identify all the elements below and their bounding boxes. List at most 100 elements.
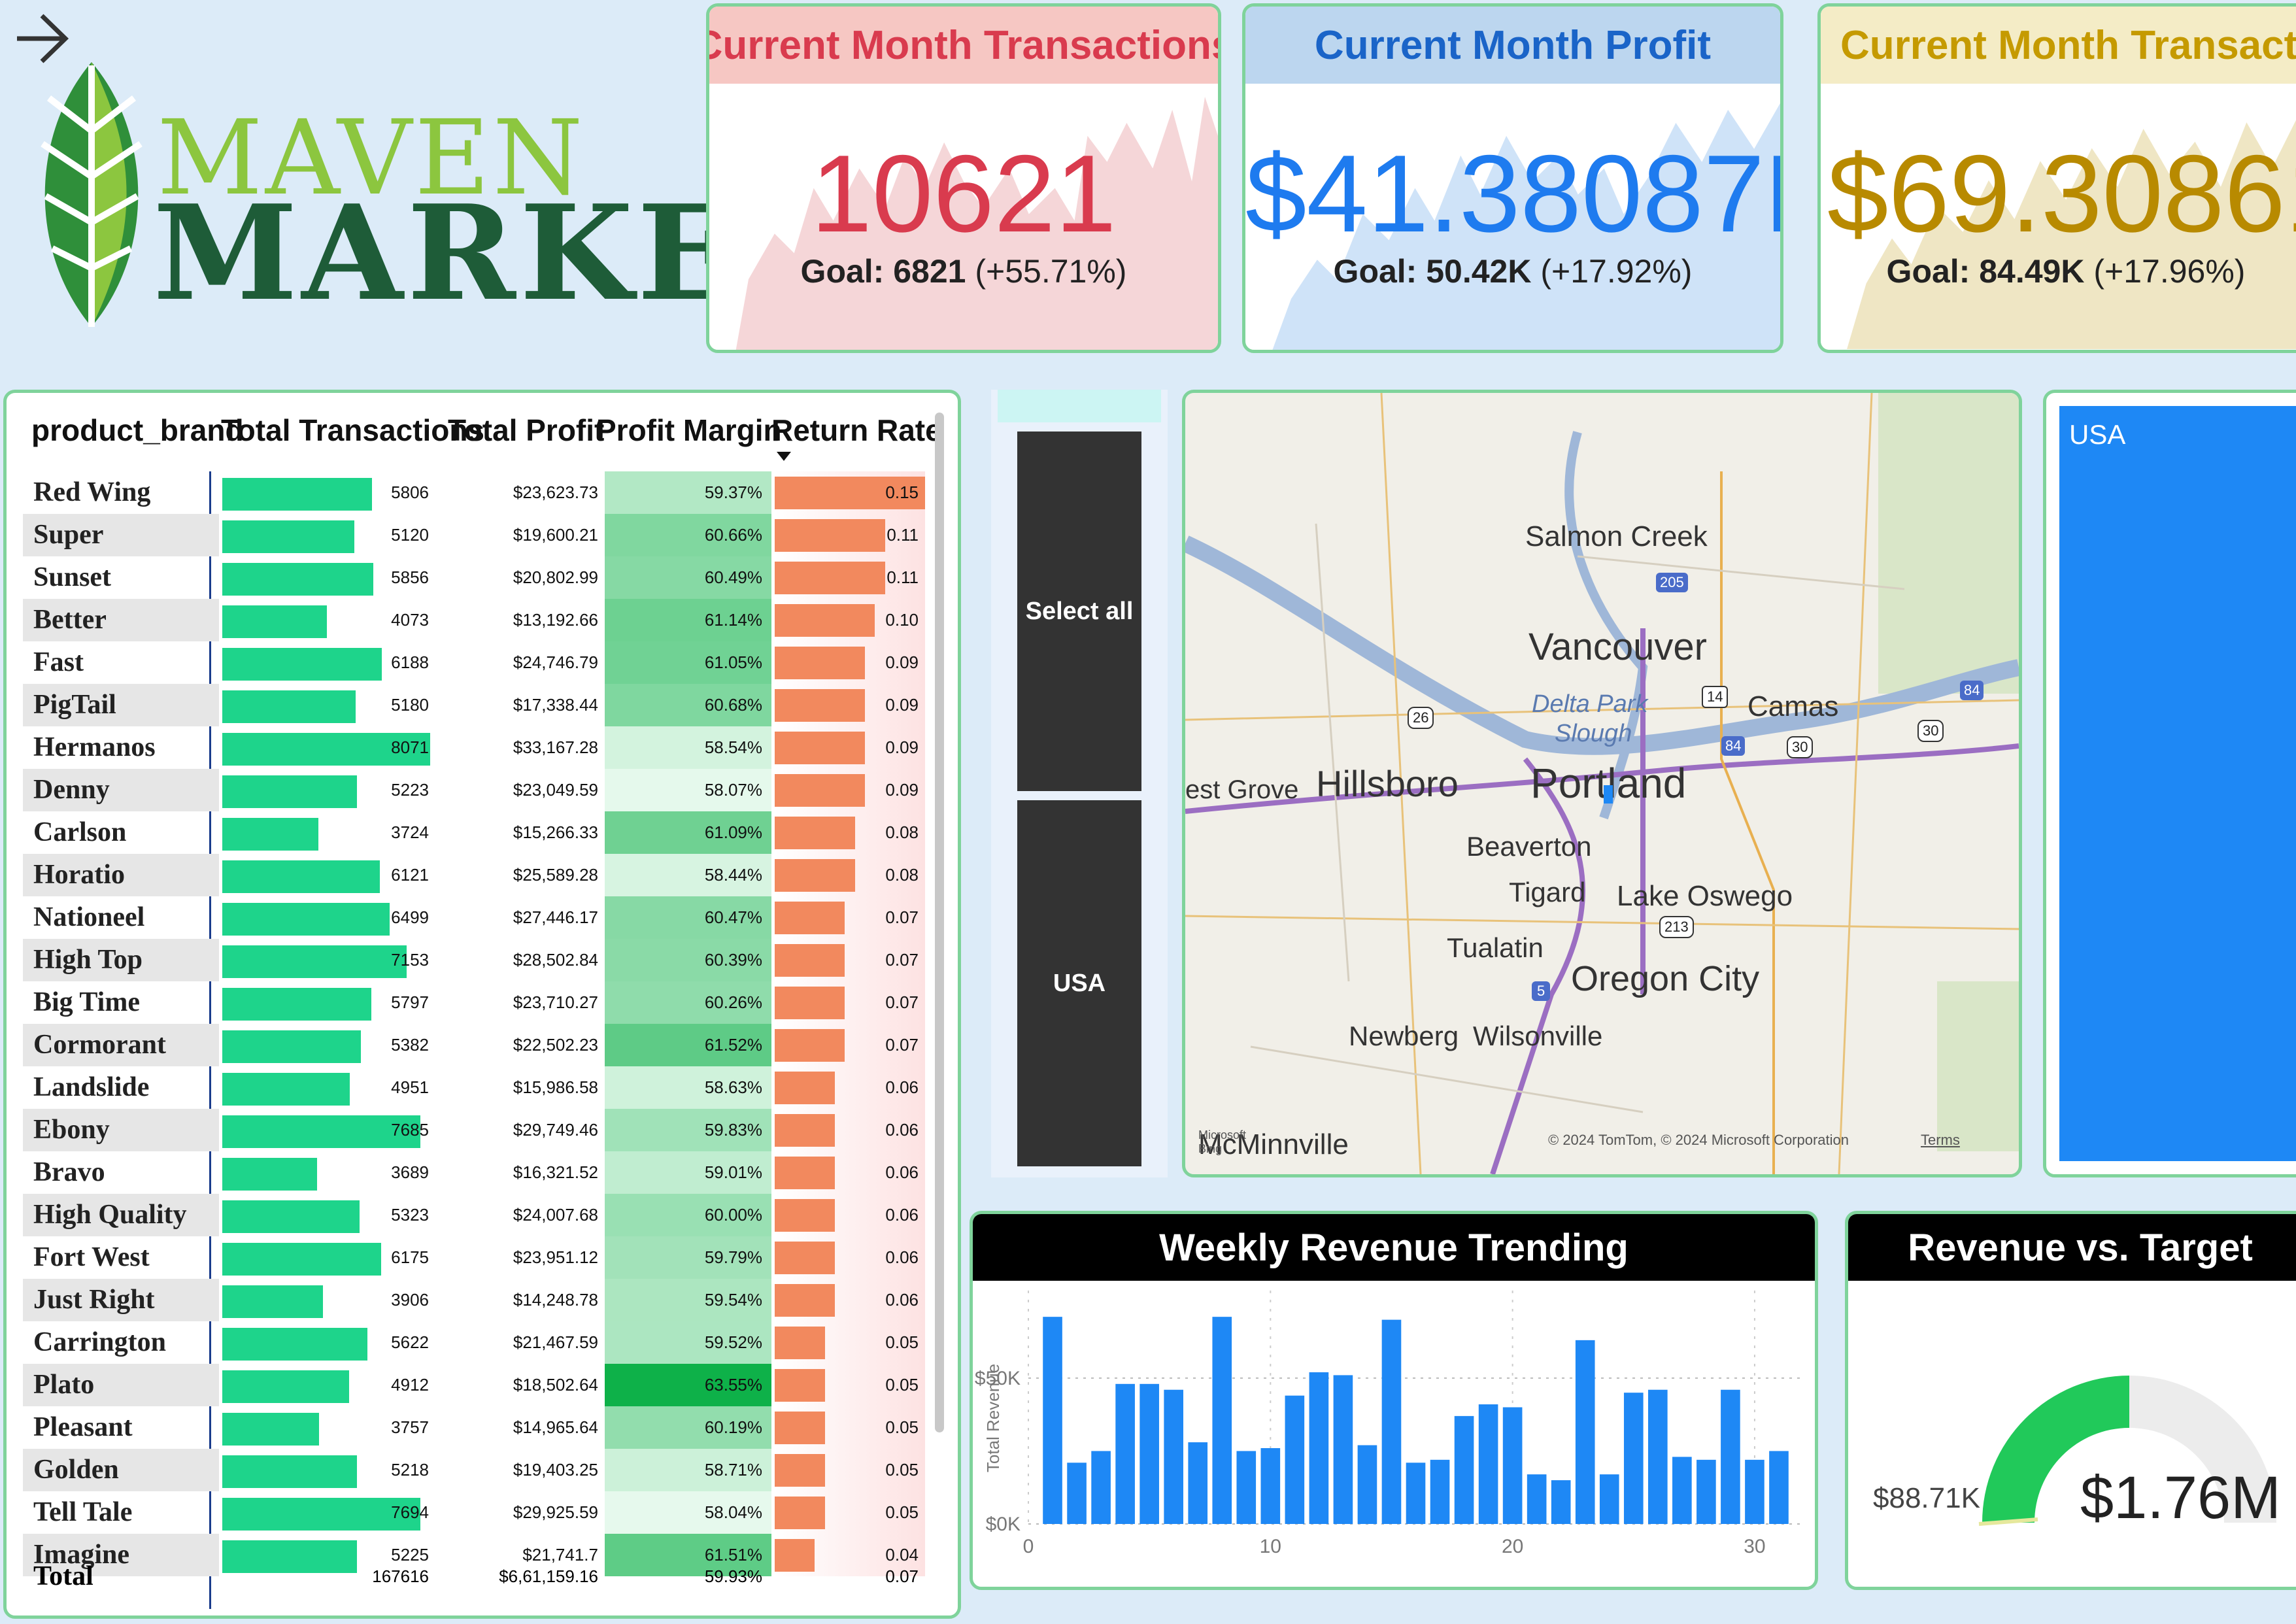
bar [1115, 1383, 1135, 1524]
kpi-title: Current Month Transactions [709, 7, 1218, 84]
table-row[interactable]: Nationeel 6499 $27,446.17 60.47% 0.07 [23, 896, 925, 939]
table-row[interactable]: Golden 5218 $19,403.25 58.71% 0.05 [23, 1449, 925, 1491]
table-row[interactable]: Pleasant 3757 $14,965.64 60.19% 0.05 [23, 1406, 925, 1449]
return-rate-cell: 0.07 [885, 1035, 919, 1055]
weekly-revenue-chart: Weekly Revenue Trending $0K $50K 0 10 20 30 To… [970, 1211, 1818, 1590]
table-row[interactable]: Sunset 5856 $20,802.99 60.49% 0.11 [23, 556, 925, 599]
table-row[interactable]: Plato 4912 $18,502.64 63.55% 0.05 [23, 1364, 925, 1406]
bar [1188, 1442, 1208, 1524]
table-row[interactable]: PigTail 5180 $17,338.44 60.68% 0.09 [23, 684, 925, 726]
margin-cell: 63.55% [605, 1364, 771, 1406]
return-rate-cell: 0.06 [885, 1247, 919, 1267]
kpi-goal: Goal: 6821 (+55.71%) [800, 253, 1127, 290]
transactions-cell: 5856 [391, 567, 429, 587]
portland-marker-icon [1604, 785, 1613, 804]
table-row[interactable]: Denny 5223 $23,049.59 58.07% 0.09 [23, 769, 925, 811]
profit-cell: $22,502.23 [513, 1035, 598, 1055]
country-tile-fill [2059, 406, 2296, 1161]
return-rate-cell: 0.06 [885, 1290, 919, 1310]
transactions-cell: 5218 [391, 1460, 429, 1480]
bar [1212, 1317, 1232, 1524]
table-row[interactable]: Cormorant 5382 $22,502.23 61.52% 0.07 [23, 1024, 925, 1066]
transactions-cell: 3724 [391, 822, 429, 842]
transactions-cell: 4073 [391, 610, 429, 630]
table-row[interactable]: High Quality 5323 $24,007.68 60.00% 0.06 [23, 1194, 925, 1236]
margin-cell: 59.37% [605, 471, 771, 514]
profit-cell: $23,710.27 [513, 992, 598, 1012]
bar [1236, 1451, 1257, 1524]
map-terms-link[interactable]: Terms [1921, 1132, 1960, 1149]
map-label: Lake Oswego [1617, 880, 1793, 912]
col-header-return-rate[interactable]: Return Rate [771, 413, 942, 448]
bar [1406, 1463, 1426, 1524]
table-row[interactable]: Carrington 5622 $21,467.59 59.52% 0.05 [23, 1321, 925, 1364]
map-label: est Grove [1185, 775, 1299, 804]
return-rate-cell: 0.06 [885, 1205, 919, 1225]
table-row[interactable]: Ebony 7685 $29,749.46 59.83% 0.06 [23, 1109, 925, 1151]
transactions-cell: 8071 [391, 737, 429, 757]
table-row[interactable]: Fort West 6175 $23,951.12 59.79% 0.06 [23, 1236, 925, 1279]
table-row[interactable]: Big Time 5797 $23,710.27 60.26% 0.07 [23, 981, 925, 1024]
chart-title: Revenue vs. Target [1848, 1214, 2296, 1281]
return-rate-cell: 0.11 [886, 525, 919, 545]
profit-cell: $29,925.59 [513, 1502, 598, 1522]
profit-cell: $24,007.68 [513, 1205, 598, 1225]
total-margin: 59.93% [704, 1566, 762, 1586]
table-row[interactable]: Fast 6188 $24,746.79 61.05% 0.09 [23, 641, 925, 684]
table-row[interactable]: Horatio 6121 $25,589.28 58.44% 0.08 [23, 854, 925, 896]
table-row[interactable]: High Top 7153 $28,502.84 60.39% 0.07 [23, 939, 925, 981]
brand-cell: Hermanos [33, 732, 156, 762]
kpi-value: $41.38087K [1245, 132, 1783, 255]
transactions-cell: 5806 [391, 482, 429, 502]
margin-cell: 61.09% [605, 811, 771, 854]
transactions-cell: 5223 [391, 780, 429, 800]
table-row[interactable]: Carlson 3724 $15,266.33 61.09% 0.08 [23, 811, 925, 854]
margin-cell: 59.54% [605, 1279, 771, 1321]
brand-cell: Ebony [23, 1109, 219, 1151]
y-tick-label: $0K [986, 1514, 1021, 1535]
col-header-transactions[interactable]: Total Transactions [221, 413, 484, 448]
margin-cell: 60.00% [605, 1194, 771, 1236]
slicer-option-select-all[interactable]: Select all [1017, 431, 1141, 791]
table-row[interactable]: Landslide 4951 $15,986.58 58.63% 0.06 [23, 1066, 925, 1109]
slicer-option-usa[interactable]: USA [1017, 800, 1141, 1166]
country-tile[interactable]: USA [2043, 390, 2296, 1177]
return-rate-cell: 0.06 [885, 1120, 919, 1140]
profit-cell: $25,589.28 [513, 865, 598, 885]
map-label: Camas [1747, 690, 1839, 722]
kpi-title: Current Month Transactions [1821, 7, 2296, 84]
margin-cell: 60.19% [605, 1406, 771, 1449]
brand-cell: High Quality [23, 1194, 219, 1236]
profit-cell: $28,502.84 [513, 950, 598, 970]
margin-cell: 59.01% [605, 1151, 771, 1194]
col-header-profit[interactable]: Total Profit [448, 413, 604, 448]
table-row[interactable]: Hermanos 8071 $33,167.28 58.54% 0.09 [23, 726, 925, 769]
return-rate-cell: 0.09 [885, 737, 919, 757]
col-header-margin[interactable]: Profit Margin [596, 413, 782, 448]
route-shield-icon: 5 [1532, 981, 1551, 1001]
sort-desc-icon[interactable] [777, 452, 791, 461]
map-label: Tualatin [1447, 932, 1544, 963]
map-label: Salmon Creek [1525, 520, 1708, 552]
bar [1575, 1340, 1595, 1524]
transactions-cell: 5120 [391, 525, 429, 545]
margin-cell: 58.07% [605, 769, 771, 811]
table-row[interactable]: Better 4073 $13,192.66 61.14% 0.10 [23, 599, 925, 641]
bar [1309, 1372, 1329, 1524]
table-row[interactable]: Just Right 3906 $14,248.78 59.54% 0.06 [23, 1279, 925, 1321]
bar [1599, 1474, 1619, 1524]
map-visual[interactable]: Salmon Creek Vancouver Delta Park Slough… [1182, 390, 2022, 1177]
map-label: Slough [1555, 720, 1632, 747]
map-label: Vancouver [1528, 626, 1707, 668]
table-row[interactable]: Bravo 3689 $16,321.52 59.01% 0.06 [23, 1151, 925, 1194]
table-row[interactable]: Red Wing 5806 $23,623.73 59.37% 0.15 [23, 471, 925, 514]
route-shield-icon: 30 [1787, 736, 1814, 758]
brand-cell: Horatio [23, 854, 219, 896]
table-row[interactable]: Super 5120 $19,600.21 60.66% 0.11 [23, 514, 925, 556]
col-header-brand[interactable]: product_brand [31, 413, 244, 448]
bar [1478, 1404, 1498, 1524]
bar [1551, 1480, 1571, 1524]
table-row[interactable]: Tell Tale 7694 $29,925.59 58.04% 0.05 [23, 1491, 925, 1534]
transactions-cell: 4912 [391, 1375, 429, 1395]
table-scrollbar[interactable] [935, 413, 944, 1432]
